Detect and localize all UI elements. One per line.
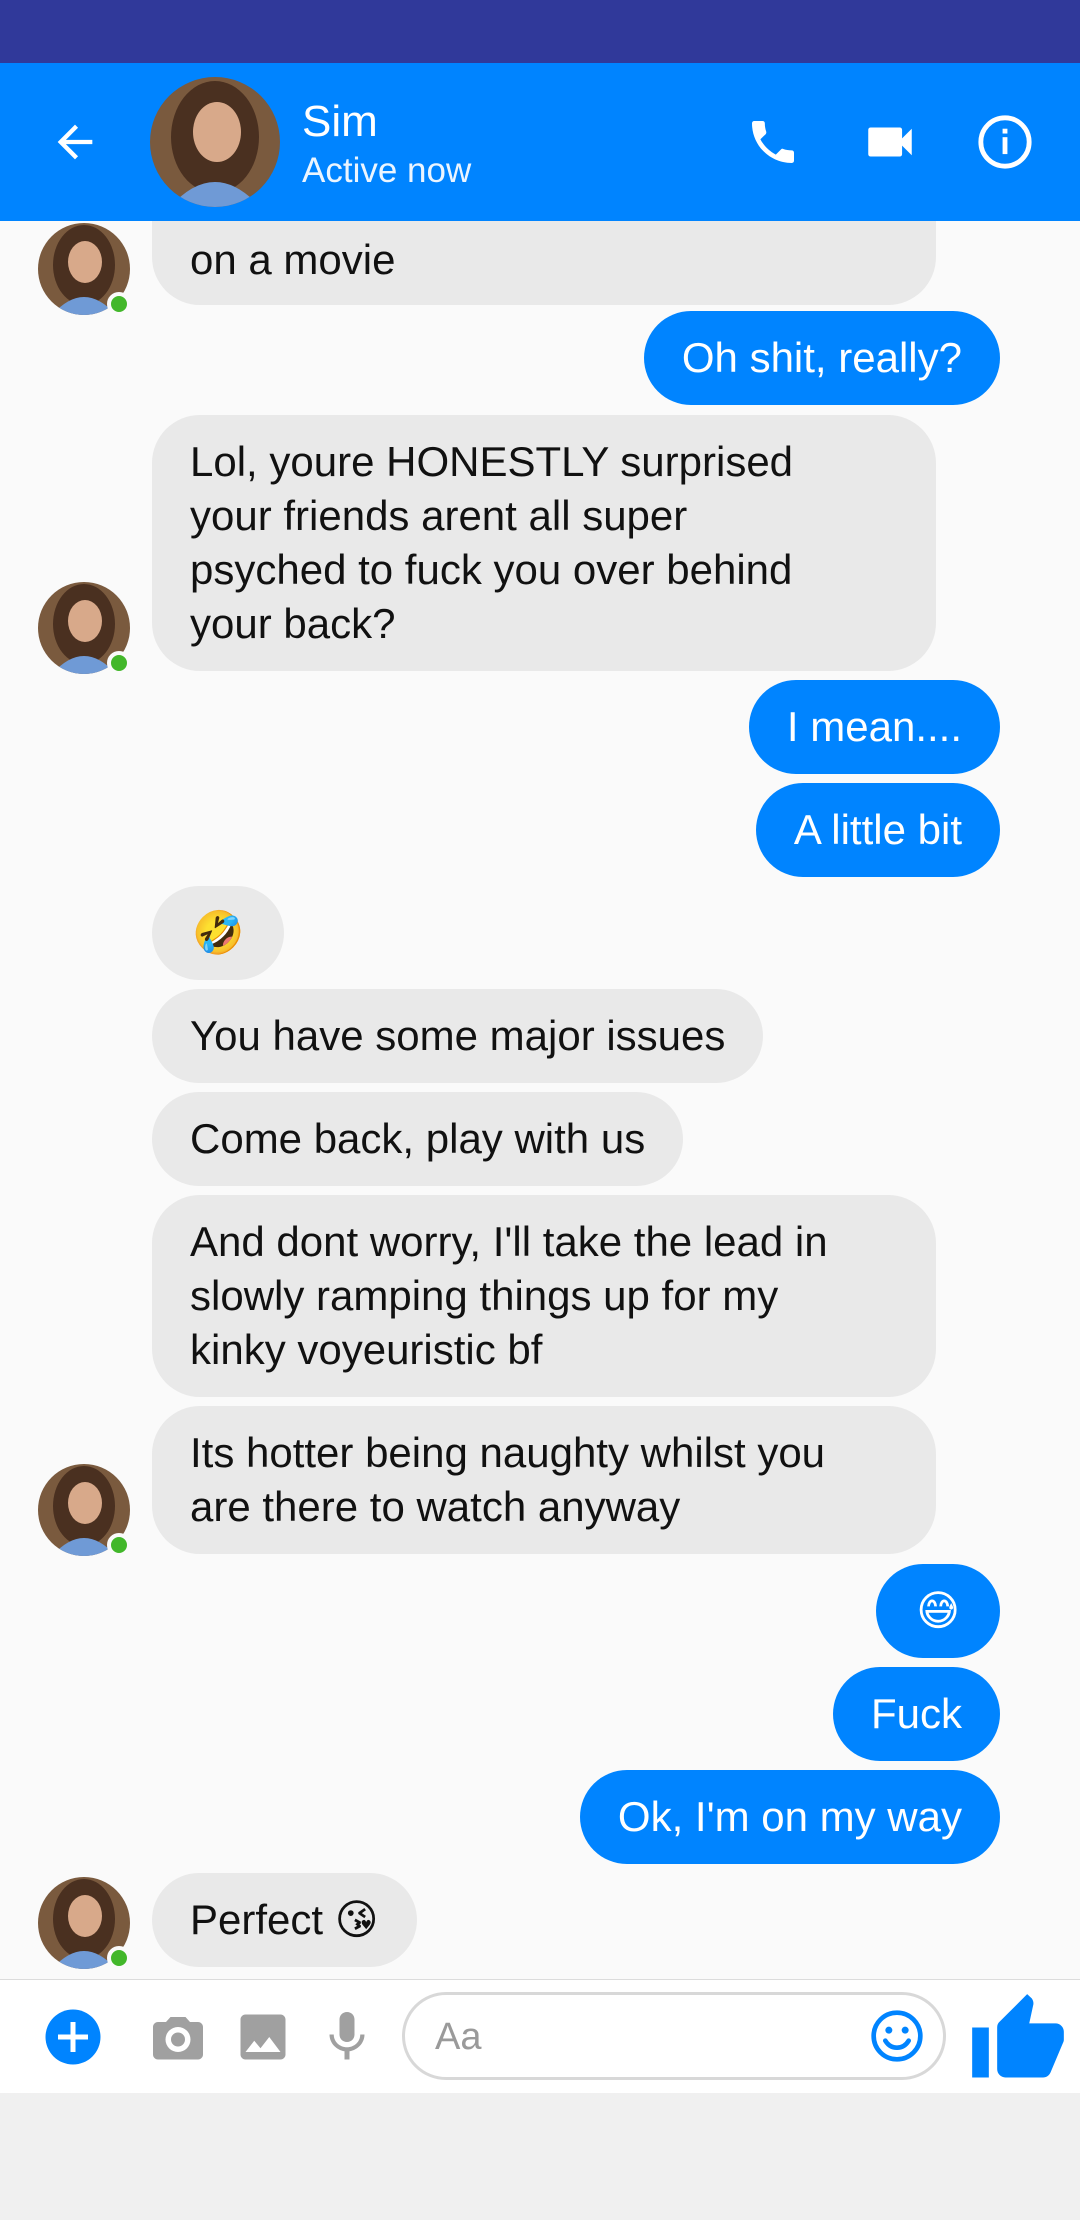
image-icon[interactable] bbox=[230, 2004, 296, 2070]
outgoing-message[interactable]: Fuck bbox=[832, 1667, 1000, 1761]
microphone-icon[interactable] bbox=[314, 2004, 380, 2070]
contact-avatar-small bbox=[38, 1877, 131, 1970]
outgoing-message[interactable]: A little bit bbox=[755, 783, 1000, 877]
incoming-message[interactable]: 🤣 bbox=[152, 886, 285, 980]
outgoing-message[interactable]: 😅 bbox=[876, 1564, 1000, 1658]
message-thread[interactable]: on a movie Oh shit, really? Lol, youre H… bbox=[0, 221, 1080, 1979]
online-indicator bbox=[107, 651, 131, 675]
info-icon[interactable] bbox=[970, 107, 1040, 177]
phone-icon[interactable] bbox=[738, 107, 808, 177]
contact-avatar-small bbox=[38, 223, 131, 316]
message-input[interactable] bbox=[433, 2009, 847, 2065]
online-indicator bbox=[107, 1946, 131, 1970]
thumbs-up-icon[interactable] bbox=[968, 1990, 1068, 2090]
bottom-area bbox=[0, 2093, 1080, 2220]
online-indicator bbox=[107, 292, 131, 316]
incoming-message[interactable]: Lol, youre HONESTLY surprised your frien… bbox=[152, 415, 936, 671]
incoming-message[interactable]: Perfect 😘 bbox=[152, 1873, 417, 1967]
incoming-message[interactable]: Its hotter being naughty whilst you are … bbox=[152, 1406, 936, 1554]
online-indicator bbox=[107, 1533, 131, 1557]
plus-icon[interactable] bbox=[40, 2004, 106, 2070]
message-input-container bbox=[402, 1992, 946, 2080]
incoming-message[interactable]: Come back, play with us bbox=[152, 1092, 684, 1186]
outgoing-message[interactable]: Oh shit, really? bbox=[643, 311, 1000, 405]
message-composer bbox=[0, 1979, 1080, 2094]
smiley-icon[interactable] bbox=[867, 2006, 927, 2066]
status-bar bbox=[0, 0, 1080, 63]
incoming-message[interactable]: You have some major issues bbox=[152, 989, 764, 1083]
video-camera-icon[interactable] bbox=[855, 107, 925, 177]
outgoing-message[interactable]: Ok, I'm on my way bbox=[579, 1770, 1000, 1864]
back-arrow-icon[interactable] bbox=[40, 107, 110, 177]
contact-avatar[interactable] bbox=[150, 77, 280, 207]
contact-name[interactable]: Sim bbox=[302, 97, 378, 147]
camera-icon[interactable] bbox=[145, 2004, 211, 2070]
incoming-message[interactable]: on a movie bbox=[152, 221, 936, 305]
conversation-header: Sim Active now bbox=[0, 63, 1080, 221]
contact-avatar-small bbox=[38, 582, 131, 675]
incoming-message[interactable]: And dont worry, I'll take the lead in sl… bbox=[152, 1195, 936, 1397]
outgoing-message[interactable]: I mean.... bbox=[748, 680, 1000, 774]
active-status: Active now bbox=[302, 151, 472, 190]
contact-avatar-small bbox=[38, 1464, 131, 1557]
